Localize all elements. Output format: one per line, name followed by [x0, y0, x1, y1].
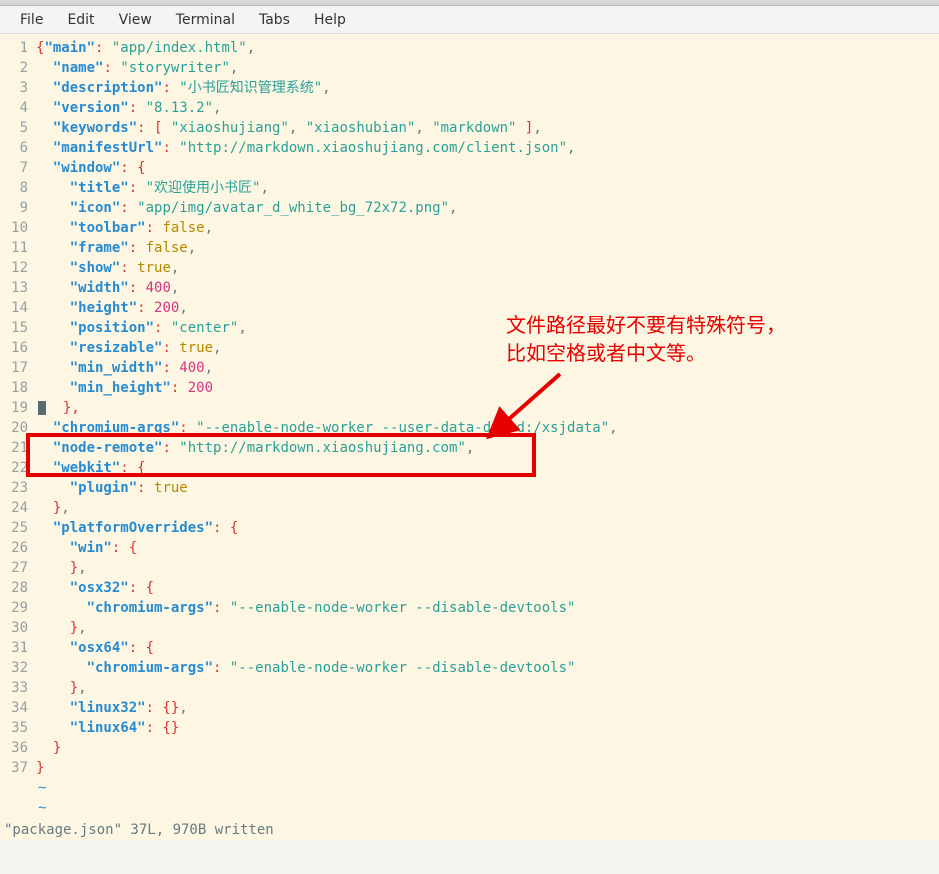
line-number: 1: [0, 38, 28, 58]
line-number: 34: [0, 698, 28, 718]
line-number: 16: [0, 338, 28, 358]
code-line[interactable]: "position": "center",: [36, 318, 939, 338]
line-number: 18: [0, 378, 28, 398]
line-number: 8: [0, 178, 28, 198]
line-number: 14: [0, 298, 28, 318]
line-number: 6: [0, 138, 28, 158]
line-number: 27: [0, 558, 28, 578]
menu-item-tabs[interactable]: Tabs: [247, 8, 302, 32]
code-line[interactable]: "title": "欢迎使用小书匠",: [36, 178, 939, 198]
line-number: 26: [0, 538, 28, 558]
code-line[interactable]: },: [36, 678, 939, 698]
code-line[interactable]: "icon": "app/img/avatar_d_white_bg_72x72…: [36, 198, 939, 218]
code-line[interactable]: "chromium-args": "--enable-node-worker -…: [36, 598, 939, 618]
line-number: 4: [0, 98, 28, 118]
menu-item-edit[interactable]: Edit: [55, 8, 106, 32]
code-line[interactable]: "chromium-args": "--enable-node-worker -…: [36, 658, 939, 678]
status-bar: "package.json" 37L, 970B written: [0, 820, 939, 840]
code-line[interactable]: {"main": "app/index.html",: [36, 38, 939, 58]
line-number: 11: [0, 238, 28, 258]
line-number: 3: [0, 78, 28, 98]
code-line[interactable]: },: [36, 398, 939, 418]
line-number: 9: [0, 198, 28, 218]
line-number: 31: [0, 638, 28, 658]
code-line[interactable]: "min_width": 400,: [36, 358, 939, 378]
code-line[interactable]: "plugin": true: [36, 478, 939, 498]
line-number: 32: [0, 658, 28, 678]
line-number: 29: [0, 598, 28, 618]
code-line[interactable]: "manifestUrl": "http://markdown.xiaoshuj…: [36, 138, 939, 158]
code-line[interactable]: "version": "8.13.2",: [36, 98, 939, 118]
code-line[interactable]: "chromium-args": "--enable-node-worker -…: [36, 418, 939, 438]
code-line[interactable]: "window": {: [36, 158, 939, 178]
line-number: 5: [0, 118, 28, 138]
code-line[interactable]: }: [36, 738, 939, 758]
code-line[interactable]: "description": "小书匠知识管理系统",: [36, 78, 939, 98]
code-line[interactable]: "osx64": {: [36, 638, 939, 658]
code-line[interactable]: "resizable": true,: [36, 338, 939, 358]
fold-marker-icon[interactable]: [38, 401, 46, 415]
menubar: FileEditViewTerminalTabsHelp: [0, 6, 939, 34]
code-line[interactable]: "platformOverrides": {: [36, 518, 939, 538]
line-number: 22: [0, 458, 28, 478]
line-number: 19: [0, 398, 28, 418]
line-number: 7: [0, 158, 28, 178]
line-number: 30: [0, 618, 28, 638]
line-number: 15: [0, 318, 28, 338]
line-number: 28: [0, 578, 28, 598]
code-line[interactable]: "webkit": {: [36, 458, 939, 478]
code-line[interactable]: "show": true,: [36, 258, 939, 278]
code-line[interactable]: "keywords": [ "xiaoshujiang", "xiaoshubi…: [36, 118, 939, 138]
menu-item-view[interactable]: View: [107, 8, 164, 32]
editor-viewport: 1234567891011121314151617181920212223242…: [0, 34, 939, 840]
code-line[interactable]: },: [36, 618, 939, 638]
empty-line-tilde: ~: [36, 798, 939, 818]
code-line[interactable]: "min_height": 200: [36, 378, 939, 398]
code-line[interactable]: "height": 200,: [36, 298, 939, 318]
line-number: 20: [0, 418, 28, 438]
status-text: "package.json" 37L, 970B written: [4, 822, 274, 838]
line-number: 13: [0, 278, 28, 298]
line-number: 33: [0, 678, 28, 698]
code-area[interactable]: 1234567891011121314151617181920212223242…: [0, 34, 939, 820]
code-line[interactable]: "osx32": {: [36, 578, 939, 598]
line-number: 21: [0, 438, 28, 458]
menu-item-file[interactable]: File: [8, 8, 55, 32]
line-number: 23: [0, 478, 28, 498]
line-number: 2: [0, 58, 28, 78]
menu-item-help[interactable]: Help: [302, 8, 358, 32]
code-content[interactable]: {"main": "app/index.html", "name": "stor…: [34, 34, 939, 820]
line-number: 17: [0, 358, 28, 378]
code-line[interactable]: "linux32": {},: [36, 698, 939, 718]
line-number: 25: [0, 518, 28, 538]
line-number: 10: [0, 218, 28, 238]
line-number: 37: [0, 758, 28, 778]
line-number: 36: [0, 738, 28, 758]
code-line[interactable]: }: [36, 758, 939, 778]
code-line[interactable]: "toolbar": false,: [36, 218, 939, 238]
code-line[interactable]: },: [36, 558, 939, 578]
empty-line-tilde: ~: [36, 778, 939, 798]
code-line[interactable]: "name": "storywriter",: [36, 58, 939, 78]
line-number: 24: [0, 498, 28, 518]
line-number-gutter: 1234567891011121314151617181920212223242…: [0, 34, 34, 820]
line-number: 12: [0, 258, 28, 278]
code-line[interactable]: "node-remote": "http://markdown.xiaoshuj…: [36, 438, 939, 458]
code-line[interactable]: "frame": false,: [36, 238, 939, 258]
menu-item-terminal[interactable]: Terminal: [164, 8, 247, 32]
code-line[interactable]: "width": 400,: [36, 278, 939, 298]
code-line[interactable]: "win": {: [36, 538, 939, 558]
code-line[interactable]: },: [36, 498, 939, 518]
code-line[interactable]: "linux64": {}: [36, 718, 939, 738]
line-number: 35: [0, 718, 28, 738]
